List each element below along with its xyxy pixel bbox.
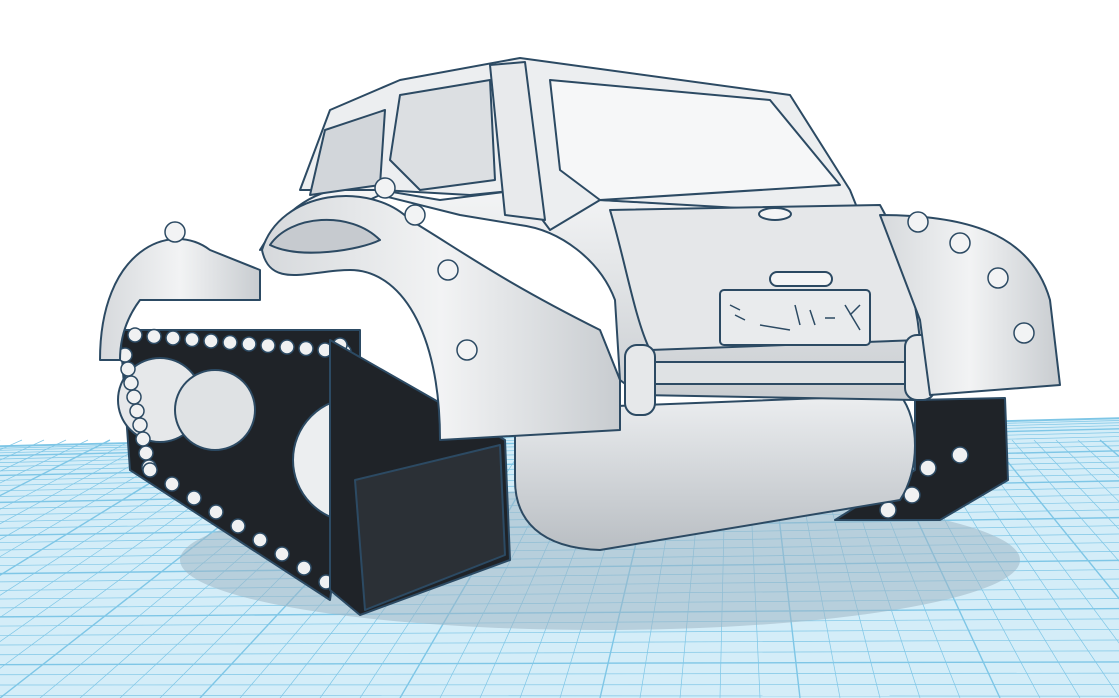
rivet — [949, 232, 971, 254]
track-bolt — [222, 334, 238, 351]
rivet — [456, 339, 478, 361]
trunk-handle — [769, 271, 833, 287]
rivet — [437, 259, 459, 281]
side-window-rear — [389, 79, 496, 191]
track-bolt — [135, 431, 151, 447]
rear-window — [549, 79, 841, 201]
side-window-front — [309, 109, 386, 196]
track-bolt — [123, 375, 139, 391]
track-bolt — [146, 328, 162, 345]
track-bolt — [260, 337, 276, 354]
track-bolt — [129, 403, 145, 419]
track-bolt — [208, 504, 224, 520]
rivet — [404, 204, 426, 226]
rivet — [374, 177, 396, 199]
track-bolt — [296, 560, 312, 576]
track-bolt — [274, 546, 290, 562]
track-bolt — [184, 331, 200, 348]
track-bolt — [132, 417, 148, 433]
track-bolt — [138, 445, 154, 461]
track-bolt — [186, 490, 202, 506]
license-plate — [719, 289, 871, 346]
3d-viewport[interactable] — [0, 0, 1119, 698]
track-bolt — [879, 501, 897, 519]
track-bolt — [252, 532, 268, 548]
track-bolt — [241, 336, 257, 352]
trunk-emblem — [758, 207, 792, 221]
rivet — [907, 211, 929, 233]
rivet — [1013, 322, 1035, 344]
track-bolt — [298, 340, 314, 357]
track-bolt — [142, 462, 158, 478]
track-bolt — [279, 339, 295, 355]
bumper-guard-left — [624, 344, 656, 416]
track-bolt — [127, 327, 143, 343]
rivet — [164, 221, 186, 243]
track-bolt — [203, 333, 219, 349]
rivet — [987, 267, 1009, 289]
track-bolt — [230, 518, 246, 534]
track-bolt — [951, 446, 969, 464]
track-bolt — [165, 330, 181, 346]
rear-bumper — [624, 361, 931, 385]
workplane-scene[interactable] — [0, 0, 1119, 698]
track-bolt — [126, 389, 142, 405]
track-bolt — [120, 361, 136, 377]
track-bolt — [919, 459, 937, 477]
track-bolt — [164, 476, 180, 492]
